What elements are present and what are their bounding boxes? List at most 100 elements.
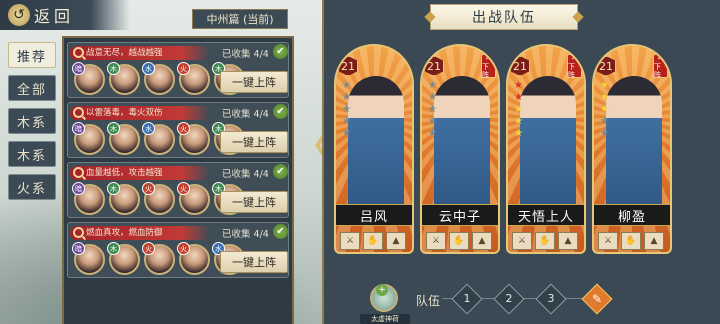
- wood-element-icon: 木: [107, 62, 120, 75]
- sword-icon[interactable]: ⚔: [512, 232, 532, 250]
- hero-portrait: [606, 76, 662, 216]
- team-slot-1[interactable]: 1: [451, 283, 483, 315]
- hero-portrait: [434, 76, 490, 216]
- hero-avatar[interactable]: 暗: [72, 122, 105, 155]
- category-tab-recommended[interactable]: 推荐: [8, 42, 56, 68]
- skill-lotus-icon[interactable]: +: [370, 284, 398, 312]
- team-member-card[interactable]: 21 ★ ★ ★ ★ ★ ✕ 下阵 天悟上人 ⚔ ✋ ▲: [506, 44, 586, 254]
- search-icon: [73, 227, 84, 238]
- category-tab-wood-2[interactable]: 木系: [8, 141, 56, 167]
- hero-avatar[interactable]: 暗: [72, 182, 105, 215]
- star-icon: ★: [600, 128, 609, 139]
- set-title: 以雷落毒，毒火双伤: [70, 106, 210, 120]
- hero-name: 吕风: [336, 204, 412, 226]
- sword-icon[interactable]: ⚔: [426, 232, 446, 250]
- set-title: 血量越低，攻击越强: [70, 166, 210, 180]
- star-rating: ★ ★ ★ ★ ★: [428, 80, 437, 139]
- hero-avatar[interactable]: 木: [107, 242, 140, 275]
- deploy-button[interactable]: 一键上阵: [220, 131, 288, 153]
- team-bar: + 太虚神荷 队伍 1 2 3 ✎: [360, 283, 720, 324]
- sword-icon[interactable]: ⚔: [598, 232, 618, 250]
- dark-element-icon: 暗: [72, 182, 85, 195]
- star-rating: ★ ★ ★ ★ ★: [600, 80, 609, 139]
- armor-icon[interactable]: ▲: [472, 232, 492, 250]
- hero-avatar[interactable]: 火: [177, 62, 210, 95]
- hero-avatar[interactable]: 水: [142, 122, 175, 155]
- set-title-text: 燃血真攻，燃血防御: [86, 228, 163, 238]
- close-icon: ✕: [656, 52, 665, 63]
- hero-avatar[interactable]: 暗: [72, 242, 105, 275]
- remove-button[interactable]: ✕ 下阵: [481, 53, 496, 79]
- search-icon: [73, 167, 84, 178]
- water-element-icon: 水: [142, 122, 155, 135]
- back-label: 返回: [34, 7, 75, 26]
- category-tab-all[interactable]: 全部: [8, 75, 56, 101]
- pencil-icon[interactable]: ✎: [581, 283, 613, 315]
- team-member-card[interactable]: 21 ★ ★ ★ ★ ★ 吕风 ⚔ ✋ ▲: [334, 44, 414, 254]
- region-tab[interactable]: 中州篇 (当前): [192, 9, 288, 29]
- equipment-row: ⚔ ✋ ▲: [340, 232, 406, 250]
- star-rating: ★ ★ ★ ★ ★: [514, 80, 523, 139]
- deploy-button[interactable]: 一键上阵: [220, 71, 288, 93]
- category-tabs: 推荐 全部 木系 木系 火系: [8, 42, 56, 200]
- hero-avatar[interactable]: 火: [177, 242, 210, 275]
- set-card: 血量越低，攻击越强 已收集 4/4 ✔ 暗木火火木 一键上阵: [67, 162, 289, 218]
- armor-icon[interactable]: ▲: [386, 232, 406, 250]
- sword-icon[interactable]: ⚔: [340, 232, 360, 250]
- star-icon: ★: [514, 104, 523, 115]
- set-card: 以雷落毒，毒火双伤 已收集 4/4 ✔ 暗木水火木 一键上阵: [67, 102, 289, 158]
- collected-count: 已收集 4/4: [222, 109, 269, 120]
- hand-icon[interactable]: ✋: [363, 232, 383, 250]
- set-card: 燃血真攻，燃血防御 已收集 4/4 ✔ 暗木火火水 一键上阵: [67, 222, 289, 278]
- deploy-button[interactable]: 一键上阵: [220, 251, 288, 273]
- remove-button[interactable]: ✕ 下阵: [567, 53, 582, 79]
- team-slot-1-label: 1: [463, 292, 471, 305]
- hand-icon[interactable]: ✋: [621, 232, 641, 250]
- swirl-back-icon: ↺: [8, 4, 30, 26]
- team-slot-2[interactable]: 2: [493, 283, 525, 315]
- remove-label: 下阵: [482, 62, 489, 79]
- hero-avatar[interactable]: 暗: [72, 62, 105, 95]
- equipment-row: ⚔ ✋ ▲: [512, 232, 578, 250]
- fire-element-icon: 火: [177, 242, 190, 255]
- hero-portrait: [520, 76, 576, 216]
- hero-avatar[interactable]: 火: [177, 122, 210, 155]
- star-icon: ★: [514, 116, 523, 127]
- star-icon: ★: [342, 128, 351, 139]
- wood-element-icon: 木: [107, 242, 120, 255]
- hero-avatar[interactable]: 木: [107, 122, 140, 155]
- star-icon: ★: [428, 80, 437, 91]
- collected-count: 已收集 4/4: [222, 169, 269, 180]
- set-list[interactable]: 战意无尽，越战越强 已收集 4/4 ✔ 暗木水火木 一键上阵 以雷落毒，毒火双伤…: [62, 36, 294, 324]
- star-icon: ★: [600, 80, 609, 91]
- deploy-button[interactable]: 一键上阵: [220, 191, 288, 213]
- team-slot-3[interactable]: 3: [535, 283, 567, 315]
- hero-avatar[interactable]: 火: [177, 182, 210, 215]
- category-tab-fire[interactable]: 火系: [8, 174, 56, 200]
- star-icon: ★: [514, 80, 523, 91]
- remove-button[interactable]: ✕ 下阵: [653, 52, 668, 79]
- category-tab-wood-1[interactable]: 木系: [8, 108, 56, 134]
- hand-icon[interactable]: ✋: [535, 232, 555, 250]
- hero-avatar[interactable]: 木: [107, 182, 140, 215]
- armor-icon[interactable]: ▲: [558, 232, 578, 250]
- hero-avatar[interactable]: 水: [142, 62, 175, 95]
- star-icon: ★: [600, 104, 609, 115]
- fire-element-icon: 火: [177, 122, 190, 135]
- hero-avatar[interactable]: 火: [142, 242, 175, 275]
- team-member-card[interactable]: 21 ★ ★ ★ ★ ★ ✕ 下阵 云中子 ⚔ ✋ ▲: [420, 44, 500, 254]
- team-slot-2-label: 2: [505, 292, 513, 305]
- back-button[interactable]: ↺ 返回: [0, 0, 130, 30]
- hero-avatar[interactable]: 木: [107, 62, 140, 95]
- star-rating: ★ ★ ★ ★ ★: [342, 80, 351, 139]
- hero-avatar[interactable]: 火: [142, 182, 175, 215]
- check-icon: ✔: [273, 164, 288, 179]
- wood-element-icon: 木: [107, 182, 120, 195]
- hero-name: 柳盈: [594, 204, 670, 226]
- dark-element-icon: 暗: [72, 62, 85, 75]
- set-title: 战意无尽，越战越强: [70, 46, 210, 60]
- team-member-card[interactable]: 21 ★ ★ ★ ★ ★ ✕ 下阵 柳盈 ⚔ ✋ ▲: [592, 44, 672, 254]
- collected-count: 已收集 4/4: [222, 49, 269, 60]
- armor-icon[interactable]: ▲: [644, 232, 664, 250]
- hand-icon[interactable]: ✋: [449, 232, 469, 250]
